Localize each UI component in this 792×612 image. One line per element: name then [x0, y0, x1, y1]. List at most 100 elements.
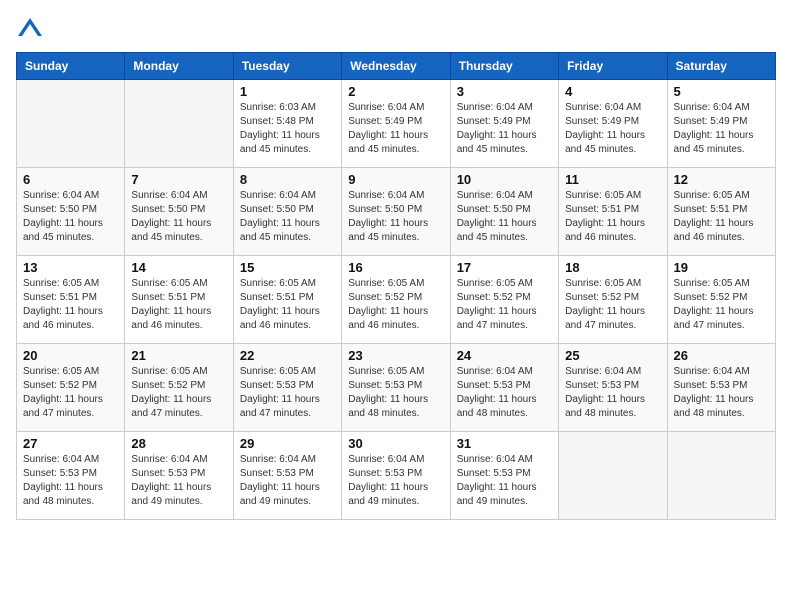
calendar-cell: 12Sunrise: 6:05 AMSunset: 5:51 PMDayligh…: [667, 168, 775, 256]
day-number: 23: [348, 348, 443, 363]
day-number: 13: [23, 260, 118, 275]
calendar-cell: 4 Sunrise: 6:04 AMSunset: 5:49 PMDaylight…: [559, 80, 667, 168]
day-info: Sunrise: 6:04 AMSunset: 5:50 PMDaylight:…: [131, 189, 226, 245]
weekday-header-wednesday: Wednesday: [342, 53, 450, 80]
day-number: 3: [457, 84, 552, 99]
calendar-cell: 15Sunrise: 6:05 AMSunset: 5:51 PMDayligh…: [233, 256, 341, 344]
day-info: Sunrise: 6:05 AMSunset: 5:53 PMDaylight:…: [240, 365, 335, 421]
day-number: 10: [457, 172, 552, 187]
day-info: Sunrise: 6:04 AMSunset: 5:49 PMDaylight:…: [565, 101, 660, 157]
day-info: Sunrise: 6:04 AMSunset: 5:50 PMDaylight:…: [457, 189, 552, 245]
week-row-1: 1 Sunrise: 6:03 AMSunset: 5:48 PMDaylight…: [17, 80, 776, 168]
calendar-cell: 31Sunrise: 6:04 AMSunset: 5:53 PMDayligh…: [450, 432, 558, 520]
week-row-4: 20 Sunrise: 6:05 AMSunset: 5:52 PMDayligh…: [17, 344, 776, 432]
calendar-cell: [667, 432, 775, 520]
calendar-cell: 30Sunrise: 6:04 AMSunset: 5:53 PMDayligh…: [342, 432, 450, 520]
day-number: 28: [131, 436, 226, 451]
day-number: 29: [240, 436, 335, 451]
day-number: 26: [674, 348, 769, 363]
day-number: 9: [348, 172, 443, 187]
day-number: 20: [23, 348, 118, 363]
day-info: Sunrise: 6:03 AMSunset: 5:48 PMDaylight:…: [240, 101, 335, 157]
day-info: Sunrise: 6:05 AMSunset: 5:52 PMDaylight:…: [348, 277, 443, 333]
logo-icon: [16, 16, 44, 44]
calendar-cell: 11 Sunrise: 6:05 AMSunset: 5:51 PMDayligh…: [559, 168, 667, 256]
day-info: Sunrise: 6:05 AMSunset: 5:52 PMDaylight:…: [674, 277, 769, 333]
calendar-cell: 17Sunrise: 6:05 AMSunset: 5:52 PMDayligh…: [450, 256, 558, 344]
day-number: 22: [240, 348, 335, 363]
day-number: 24: [457, 348, 552, 363]
calendar-cell: 10 Sunrise: 6:04 AMSunset: 5:50 PMDayligh…: [450, 168, 558, 256]
day-number: 16: [348, 260, 443, 275]
calendar-cell: 28 Sunrise: 6:04 AMSunset: 5:53 PMDayligh…: [125, 432, 233, 520]
day-number: 11: [565, 172, 660, 187]
day-number: 8: [240, 172, 335, 187]
day-number: 7: [131, 172, 226, 187]
calendar-cell: 8 Sunrise: 6:04 AMSunset: 5:50 PMDaylight…: [233, 168, 341, 256]
day-number: 27: [23, 436, 118, 451]
day-number: 18: [565, 260, 660, 275]
day-info: Sunrise: 6:05 AMSunset: 5:53 PMDaylight:…: [348, 365, 443, 421]
weekday-header-row: SundayMondayTuesdayWednesdayThursdayFrid…: [17, 53, 776, 80]
day-number: 4: [565, 84, 660, 99]
calendar-cell: 6Sunrise: 6:04 AMSunset: 5:50 PMDaylight…: [17, 168, 125, 256]
week-row-3: 13 Sunrise: 6:05 AMSunset: 5:51 PMDayligh…: [17, 256, 776, 344]
calendar-cell: 13 Sunrise: 6:05 AMSunset: 5:51 PMDayligh…: [17, 256, 125, 344]
weekday-header-sunday: Sunday: [17, 53, 125, 80]
calendar-cell: 21Sunrise: 6:05 AMSunset: 5:52 PMDayligh…: [125, 344, 233, 432]
calendar-cell: 3 Sunrise: 6:04 AMSunset: 5:49 PMDaylight…: [450, 80, 558, 168]
day-info: Sunrise: 6:04 AMSunset: 5:53 PMDaylight:…: [457, 453, 552, 509]
calendar-cell: 1 Sunrise: 6:03 AMSunset: 5:48 PMDaylight…: [233, 80, 341, 168]
day-number: 25: [565, 348, 660, 363]
day-info: Sunrise: 6:05 AMSunset: 5:52 PMDaylight:…: [23, 365, 118, 421]
calendar-cell: 20 Sunrise: 6:05 AMSunset: 5:52 PMDayligh…: [17, 344, 125, 432]
day-info: Sunrise: 6:04 AMSunset: 5:53 PMDaylight:…: [240, 453, 335, 509]
weekday-header-thursday: Thursday: [450, 53, 558, 80]
calendar-cell: 18 Sunrise: 6:05 AMSunset: 5:52 PMDayligh…: [559, 256, 667, 344]
calendar-cell: 23 Sunrise: 6:05 AMSunset: 5:53 PMDayligh…: [342, 344, 450, 432]
day-info: Sunrise: 6:05 AMSunset: 5:51 PMDaylight:…: [240, 277, 335, 333]
header: [16, 16, 776, 44]
day-info: Sunrise: 6:05 AMSunset: 5:51 PMDaylight:…: [131, 277, 226, 333]
day-number: 19: [674, 260, 769, 275]
calendar-cell: [17, 80, 125, 168]
calendar-cell: 22 Sunrise: 6:05 AMSunset: 5:53 PMDayligh…: [233, 344, 341, 432]
day-info: Sunrise: 6:04 AMSunset: 5:49 PMDaylight:…: [457, 101, 552, 157]
calendar-cell: [125, 80, 233, 168]
calendar-cell: 19 Sunrise: 6:05 AMSunset: 5:52 PMDayligh…: [667, 256, 775, 344]
weekday-header-friday: Friday: [559, 53, 667, 80]
day-number: 2: [348, 84, 443, 99]
calendar-cell: 7 Sunrise: 6:04 AMSunset: 5:50 PMDaylight…: [125, 168, 233, 256]
day-number: 1: [240, 84, 335, 99]
week-row-5: 27 Sunrise: 6:04 AMSunset: 5:53 PMDayligh…: [17, 432, 776, 520]
day-info: Sunrise: 6:04 AMSunset: 5:49 PMDaylight:…: [348, 101, 443, 157]
weekday-header-monday: Monday: [125, 53, 233, 80]
calendar-cell: 9Sunrise: 6:04 AMSunset: 5:50 PMDaylight…: [342, 168, 450, 256]
day-number: 21: [131, 348, 226, 363]
day-info: Sunrise: 6:04 AMSunset: 5:53 PMDaylight:…: [565, 365, 660, 421]
day-info: Sunrise: 6:04 AMSunset: 5:53 PMDaylight:…: [457, 365, 552, 421]
week-row-2: 6Sunrise: 6:04 AMSunset: 5:50 PMDaylight…: [17, 168, 776, 256]
calendar-cell: 25 Sunrise: 6:04 AMSunset: 5:53 PMDayligh…: [559, 344, 667, 432]
day-info: Sunrise: 6:04 AMSunset: 5:53 PMDaylight:…: [23, 453, 118, 509]
day-info: Sunrise: 6:05 AMSunset: 5:51 PMDaylight:…: [674, 189, 769, 245]
calendar-cell: 2 Sunrise: 6:04 AMSunset: 5:49 PMDaylight…: [342, 80, 450, 168]
weekday-header-tuesday: Tuesday: [233, 53, 341, 80]
calendar-cell: 26Sunrise: 6:04 AMSunset: 5:53 PMDayligh…: [667, 344, 775, 432]
day-info: Sunrise: 6:04 AMSunset: 5:50 PMDaylight:…: [240, 189, 335, 245]
day-number: 5: [674, 84, 769, 99]
calendar-cell: 29 Sunrise: 6:04 AMSunset: 5:53 PMDayligh…: [233, 432, 341, 520]
day-number: 30: [348, 436, 443, 451]
day-info: Sunrise: 6:05 AMSunset: 5:51 PMDaylight:…: [23, 277, 118, 333]
day-info: Sunrise: 6:04 AMSunset: 5:53 PMDaylight:…: [131, 453, 226, 509]
calendar: SundayMondayTuesdayWednesdayThursdayFrid…: [16, 52, 776, 520]
day-info: Sunrise: 6:05 AMSunset: 5:51 PMDaylight:…: [565, 189, 660, 245]
day-info: Sunrise: 6:04 AMSunset: 5:49 PMDaylight:…: [674, 101, 769, 157]
calendar-cell: 27 Sunrise: 6:04 AMSunset: 5:53 PMDayligh…: [17, 432, 125, 520]
calendar-cell: 14Sunrise: 6:05 AMSunset: 5:51 PMDayligh…: [125, 256, 233, 344]
day-info: Sunrise: 6:05 AMSunset: 5:52 PMDaylight:…: [565, 277, 660, 333]
calendar-cell: 16 Sunrise: 6:05 AMSunset: 5:52 PMDayligh…: [342, 256, 450, 344]
day-info: Sunrise: 6:04 AMSunset: 5:50 PMDaylight:…: [23, 189, 118, 245]
calendar-cell: 24 Sunrise: 6:04 AMSunset: 5:53 PMDayligh…: [450, 344, 558, 432]
calendar-cell: 5 Sunrise: 6:04 AMSunset: 5:49 PMDaylight…: [667, 80, 775, 168]
